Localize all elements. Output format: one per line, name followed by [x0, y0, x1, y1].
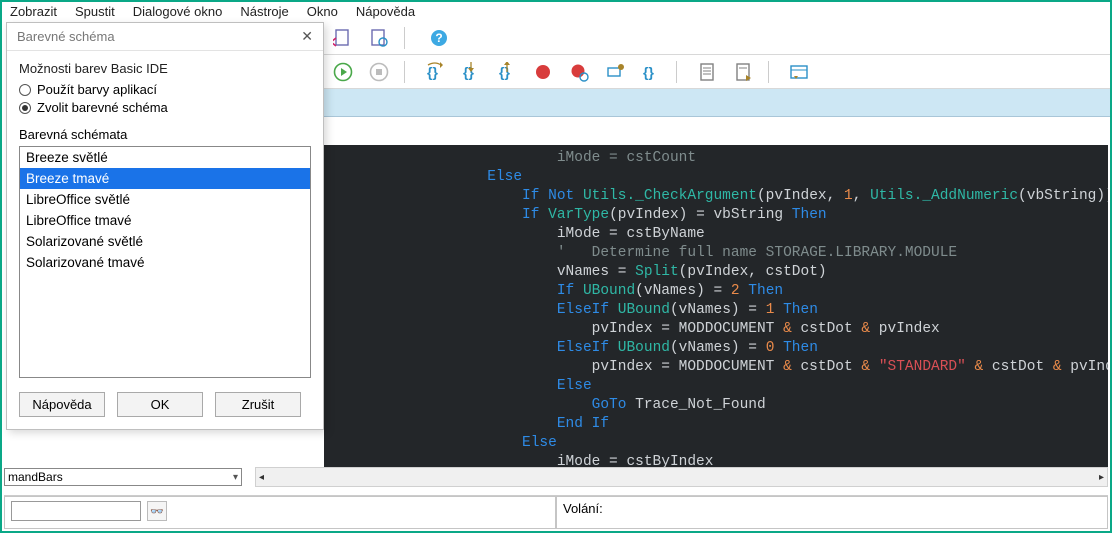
help-button[interactable]: Nápověda [19, 392, 105, 417]
radio-app-colors[interactable]: Použít barvy aplikací [19, 82, 311, 97]
scheme-list[interactable]: Breeze světléBreeze tmavéLibreOffice svě… [19, 146, 311, 378]
radio-icon [19, 102, 31, 114]
code-line: iMode = cstByName [324, 225, 1108, 244]
code-line: pvIndex = MODDOCUMENT & cstDot & pvIndex [324, 320, 1108, 339]
watch-panel: 👓 [4, 496, 556, 529]
stop-icon[interactable] [368, 61, 390, 83]
scroll-right-icon[interactable]: ▸ [1099, 472, 1104, 483]
close-icon[interactable]: ✕ [301, 28, 313, 45]
dialog-title: Barevné schéma [17, 29, 115, 44]
radio-choose-scheme[interactable]: Zvolit barevné schéma [19, 100, 311, 115]
glasses-icon[interactable]: 👓 [147, 501, 167, 521]
code-line: Else [324, 377, 1108, 396]
doc-arrow-icon[interactable] [332, 27, 354, 49]
scheme-item[interactable]: Breeze tmavé [20, 168, 310, 189]
code-line: ' Determine full name STORAGE.LIBRARY.MO… [324, 244, 1108, 263]
step-into-icon[interactable]: {} [460, 61, 482, 83]
svg-text:{}: {} [499, 64, 510, 80]
toolbar-upper: ? [324, 21, 1110, 55]
scroll-left-icon[interactable]: ◂ [259, 472, 264, 483]
doc-gear-icon[interactable] [368, 27, 390, 49]
svg-text:{}: {} [643, 64, 654, 80]
doc-icon[interactable] [696, 61, 718, 83]
scheme-item[interactable]: Solarizované světlé [20, 231, 310, 252]
doc-arrow-right-icon[interactable] [732, 61, 754, 83]
code-line: If VarType(pvIndex) = vbString Then [324, 206, 1108, 225]
horizontal-scrollbar[interactable]: ◂ ▸ [255, 467, 1108, 487]
code-line: iMode = cstCount [324, 149, 1108, 168]
code-line: Else [324, 434, 1108, 453]
code-line: vNames = Split(pvIndex, cstDot) [324, 263, 1108, 282]
code-line: If Not Utils._CheckArgument(pvIndex, 1, … [324, 187, 1108, 206]
scheme-item[interactable]: Breeze světlé [20, 147, 310, 168]
radio-icon [19, 84, 31, 96]
code-line: Else [324, 168, 1108, 187]
module-dropdown[interactable]: mandBars ▾ [4, 468, 242, 486]
code-line: ElseIf UBound(vNames) = 0 Then [324, 339, 1108, 358]
run-icon[interactable] [332, 61, 354, 83]
toolbar-debug: {} {} {} {} [324, 55, 1110, 89]
radio-label: Použít barvy aplikací [37, 82, 157, 97]
scheme-item[interactable]: LibreOffice světlé [20, 189, 310, 210]
chevron-down-icon: ▾ [233, 472, 238, 483]
help-icon[interactable]: ? [428, 27, 450, 49]
ok-button[interactable]: OK [117, 392, 203, 417]
braces-icon[interactable]: {} [640, 61, 662, 83]
menu-item[interactable]: Zobrazit [10, 4, 57, 19]
code-line: iMode = cstByIndex [324, 453, 1108, 467]
dialog-titlebar[interactable]: Barevné schéma ✕ [7, 23, 323, 51]
code-line: If UBound(vNames) = 2 Then [324, 282, 1108, 301]
breakpoint-config-icon[interactable] [568, 61, 590, 83]
menu-item[interactable]: Nástroje [240, 4, 288, 19]
code-line: ElseIf UBound(vNames) = 1 Then [324, 301, 1108, 320]
svg-text:{}: {} [427, 64, 438, 80]
menubar[interactable]: Zobrazit Spustit Dialogové okno Nástroje… [2, 2, 1110, 21]
code-line: GoTo Trace_Not_Found [324, 396, 1108, 415]
step-over-icon[interactable]: {} [424, 61, 446, 83]
menu-item[interactable]: Dialogové okno [133, 4, 223, 19]
step-out-icon[interactable]: {} [496, 61, 518, 83]
callstack-label: Volání: [563, 501, 603, 516]
code-editor[interactable]: iMode = cstCount Else If Not Utils._Chec… [324, 145, 1108, 467]
menu-item[interactable]: Okno [307, 4, 338, 19]
dialog-section-title: Možnosti barev Basic IDE [19, 61, 311, 76]
lower-panels: 👓 Volání: [4, 495, 1108, 529]
code-line: pvIndex = MODDOCUMENT & cstDot & "STANDA… [324, 358, 1108, 377]
catalog-icon[interactable] [788, 61, 810, 83]
scheme-list-label: Barevná schémata [19, 127, 311, 142]
module-dropdown-label: mandBars [8, 470, 63, 484]
svg-text:?: ? [435, 31, 442, 45]
radio-label: Zvolit barevné schéma [37, 100, 168, 115]
watch-input[interactable] [11, 501, 141, 521]
callstack-panel: Volání: [556, 496, 1108, 529]
cancel-button[interactable]: Zrušit [215, 392, 301, 417]
color-scheme-dialog: Barevné schéma ✕ Možnosti barev Basic ID… [6, 22, 324, 430]
menu-item[interactable]: Nápověda [356, 4, 415, 19]
watch-icon[interactable] [604, 61, 626, 83]
code-line: End If [324, 415, 1108, 434]
breakpoint-icon[interactable] [532, 61, 554, 83]
scheme-item[interactable]: LibreOffice tmavé [20, 210, 310, 231]
scheme-item[interactable]: Solarizované tmavé [20, 252, 310, 273]
menu-item[interactable]: Spustit [75, 4, 115, 19]
tab-band [324, 89, 1110, 117]
svg-text:{}: {} [463, 64, 474, 80]
